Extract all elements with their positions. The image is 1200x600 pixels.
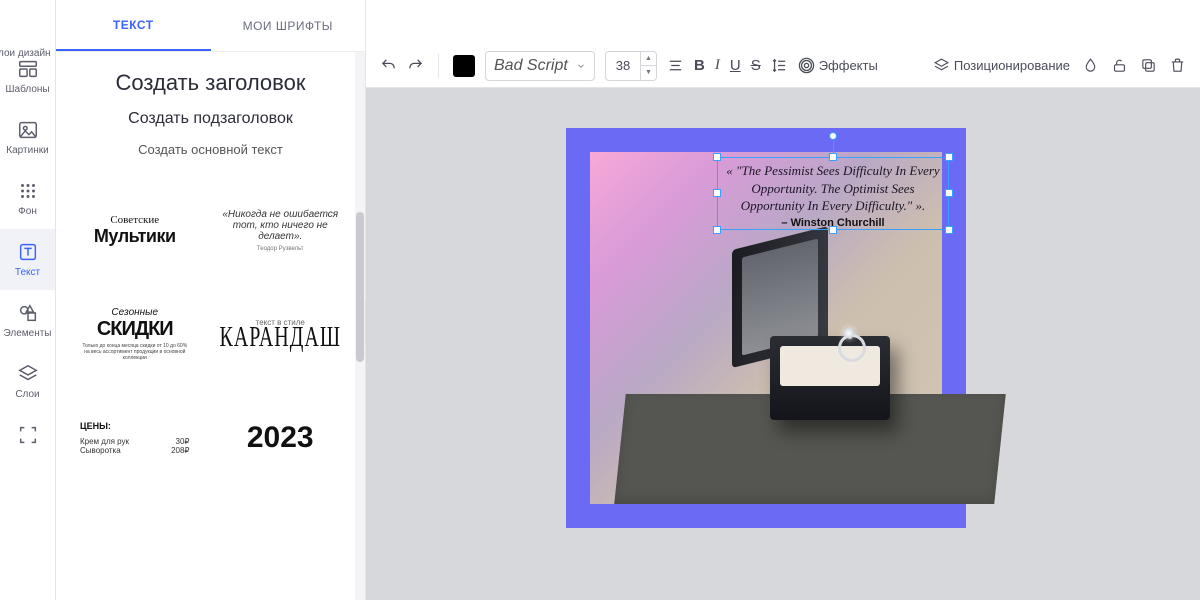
text-template[interactable]: Советские Мультики <box>74 187 196 273</box>
panel-tabs: ТЕКСТ МОИ ШРИФТЫ <box>56 0 365 52</box>
text-template[interactable]: «Никогда не ошибается тот, кто ничего не… <box>214 187 348 273</box>
ring-box-graphic <box>660 274 890 474</box>
resize-handle[interactable] <box>713 189 721 197</box>
rail-label: Элементы <box>4 328 52 339</box>
image-icon <box>17 119 39 141</box>
canvas-stage[interactable]: « "The Pessimist Sees Difficulty In Ever… <box>366 88 1200 600</box>
shapes-icon <box>17 302 39 324</box>
panel-scrollbar[interactable] <box>355 52 365 600</box>
redo-icon <box>407 57 424 74</box>
text-template[interactable]: текст в стиле КАРАНДАШ <box>214 291 348 377</box>
effects-icon <box>798 57 815 74</box>
text-template-grid: Советские Мультики «Никогда не ошибается… <box>74 179 347 481</box>
rail-label: Текст <box>15 267 40 278</box>
expand-icon <box>17 424 39 446</box>
stack-icon <box>933 57 950 74</box>
italic-button[interactable]: I <box>715 51 720 81</box>
text-panel: ТЕКСТ МОИ ШРИФТЫ Создать заголовок Созда… <box>56 0 366 600</box>
resize-handle[interactable] <box>713 153 721 161</box>
align-icon <box>667 57 684 74</box>
rail-item-images[interactable]: Картинки <box>0 107 55 168</box>
strike-button[interactable]: S <box>751 51 761 81</box>
undo-icon <box>380 57 397 74</box>
copy-icon <box>1140 57 1157 74</box>
resize-handle[interactable] <box>829 153 837 161</box>
size-down[interactable]: ▼ <box>641 66 656 80</box>
line-spacing-icon <box>771 57 788 74</box>
text-icon <box>17 241 39 263</box>
text-template[interactable]: ЦЕНЫ: Крем для рук30₽ Сыворотка208₽ <box>74 395 196 481</box>
resize-handle[interactable] <box>945 226 953 234</box>
rail-label: Шаблоны <box>5 84 49 95</box>
droplet-icon <box>1082 57 1099 74</box>
effects-button[interactable]: Эффекты <box>798 51 878 81</box>
redo-button[interactable] <box>407 51 424 81</box>
align-button[interactable] <box>667 51 684 81</box>
layers-icon <box>17 363 39 385</box>
trash-icon <box>1169 57 1186 74</box>
rail-label: Фон <box>18 206 37 217</box>
delete-button[interactable] <box>1169 51 1186 81</box>
grid-icon <box>17 180 39 202</box>
rail-item-elements[interactable]: Элементы <box>0 290 55 351</box>
unlock-icon <box>1111 57 1128 74</box>
font-size-input[interactable]: 38 ▲▼ <box>605 51 657 81</box>
rail-item-text[interactable]: Текст <box>0 229 55 290</box>
lock-button[interactable] <box>1111 51 1128 81</box>
opacity-button[interactable] <box>1082 51 1099 81</box>
chevron-down-icon <box>576 61 586 71</box>
bold-button[interactable]: B <box>694 51 705 81</box>
font-name: Bad Script <box>494 57 568 75</box>
quote-text[interactable]: « "The Pessimist Sees Difficulty In Ever… <box>718 158 948 215</box>
add-subheading[interactable]: Создать подзаголовок <box>74 110 347 128</box>
line-spacing-button[interactable] <box>771 51 788 81</box>
text-template[interactable]: 2023 <box>214 395 348 481</box>
text-color-swatch[interactable] <box>453 55 475 77</box>
rail-item-layers[interactable]: Слои <box>0 351 55 412</box>
size-up[interactable]: ▲ <box>641 52 656 66</box>
font-size-value[interactable]: 38 <box>606 58 640 73</box>
rail-item-more[interactable] <box>0 412 55 446</box>
tab-text[interactable]: ТЕКСТ <box>56 0 211 51</box>
resize-handle[interactable] <box>945 189 953 197</box>
add-body-text[interactable]: Создать основной текст <box>74 142 347 157</box>
underline-button[interactable]: U <box>730 51 741 81</box>
resize-handle[interactable] <box>829 226 837 234</box>
resize-handle[interactable] <box>945 153 953 161</box>
text-template[interactable]: Сезонные СКИДКИ Только до конца месяца с… <box>74 291 196 377</box>
font-family-select[interactable]: Bad Script <box>485 51 595 81</box>
rail-label: Слои <box>15 389 39 400</box>
tab-my-fonts[interactable]: МОИ ШРИФТЫ <box>211 0 366 51</box>
positioning-button[interactable]: Позиционирование <box>933 51 1070 81</box>
rail-item-background[interactable]: Фон <box>0 168 55 229</box>
text-toolbar: Bad Script 38 ▲▼ B I U S Эффекты <box>366 44 1200 88</box>
add-heading[interactable]: Создать заголовок <box>74 70 347 96</box>
stage-wrap: SVG ◀ Bad Script 38 ▲▼ B I U <box>366 0 1200 600</box>
rail-label: Картинки <box>6 145 48 156</box>
panel-body: Создать заголовок Создать подзаголовок С… <box>56 52 365 600</box>
resize-handle[interactable] <box>713 226 721 234</box>
templates-icon <box>17 58 39 80</box>
undo-button[interactable] <box>380 51 397 81</box>
selected-text-element[interactable]: « "The Pessimist Sees Difficulty In Ever… <box>718 158 948 229</box>
rotate-handle[interactable] <box>829 132 837 140</box>
duplicate-button[interactable] <box>1140 51 1157 81</box>
cropped-top-label: лои дизайн <box>0 48 51 59</box>
left-rail: лои дизайн Шаблоны Картинки Фон Текст Эл… <box>0 0 56 600</box>
